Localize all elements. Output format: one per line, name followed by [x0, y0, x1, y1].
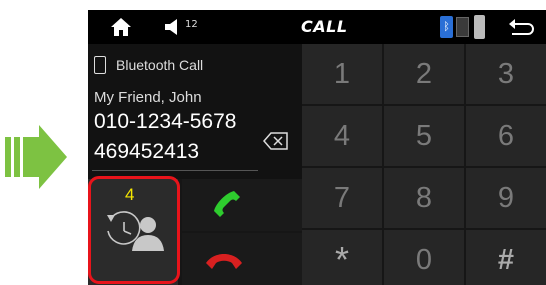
home-icon[interactable]: [110, 17, 132, 37]
top-bar: 12 CALL ᛒ: [88, 10, 546, 44]
key-2[interactable]: 2: [384, 44, 464, 104]
backspace-icon[interactable]: [263, 132, 289, 150]
call-source-label: Bluetooth Call: [116, 57, 204, 73]
page-title: CALL: [301, 17, 348, 36]
bluetooth-icon: ᛒ: [440, 16, 453, 38]
key-7[interactable]: 7: [302, 168, 382, 228]
volume-icon[interactable]: [163, 18, 183, 36]
contact-number: 010-1234-5678: [94, 110, 237, 133]
key-1[interactable]: 1: [302, 44, 382, 104]
key-6[interactable]: 6: [466, 106, 546, 166]
key-star[interactable]: *: [302, 230, 382, 285]
dial-keypad: 1 2 3 4 5 6 7 8 9 * 0 #: [302, 44, 546, 285]
end-call-button[interactable]: [182, 233, 302, 285]
key-hash[interactable]: #: [466, 230, 546, 285]
key-3[interactable]: 3: [466, 44, 546, 104]
number-divider: [92, 170, 258, 171]
key-5[interactable]: 5: [384, 106, 464, 166]
volume-level: 12: [185, 19, 198, 30]
phone-call-icon: [214, 191, 240, 217]
call-info-panel: Bluetooth Call My Friend, John 010-1234-…: [88, 44, 302, 179]
bluetooth-phone-icon: [94, 56, 106, 74]
key-4[interactable]: 4: [302, 106, 382, 166]
key-9[interactable]: 9: [466, 168, 546, 228]
accessory-icon: [456, 17, 469, 37]
dialed-digits: 469452413: [94, 140, 200, 163]
call-button[interactable]: [182, 179, 302, 231]
usb-icon: [474, 15, 485, 39]
phone-hangup-icon: [206, 254, 242, 269]
back-icon[interactable]: [508, 18, 534, 38]
contact-name: My Friend, John: [94, 89, 202, 106]
history-highlight-frame: [88, 176, 180, 284]
pointer-arrow-icon: [5, 125, 67, 189]
key-8[interactable]: 8: [384, 168, 464, 228]
key-0[interactable]: 0: [384, 230, 464, 285]
